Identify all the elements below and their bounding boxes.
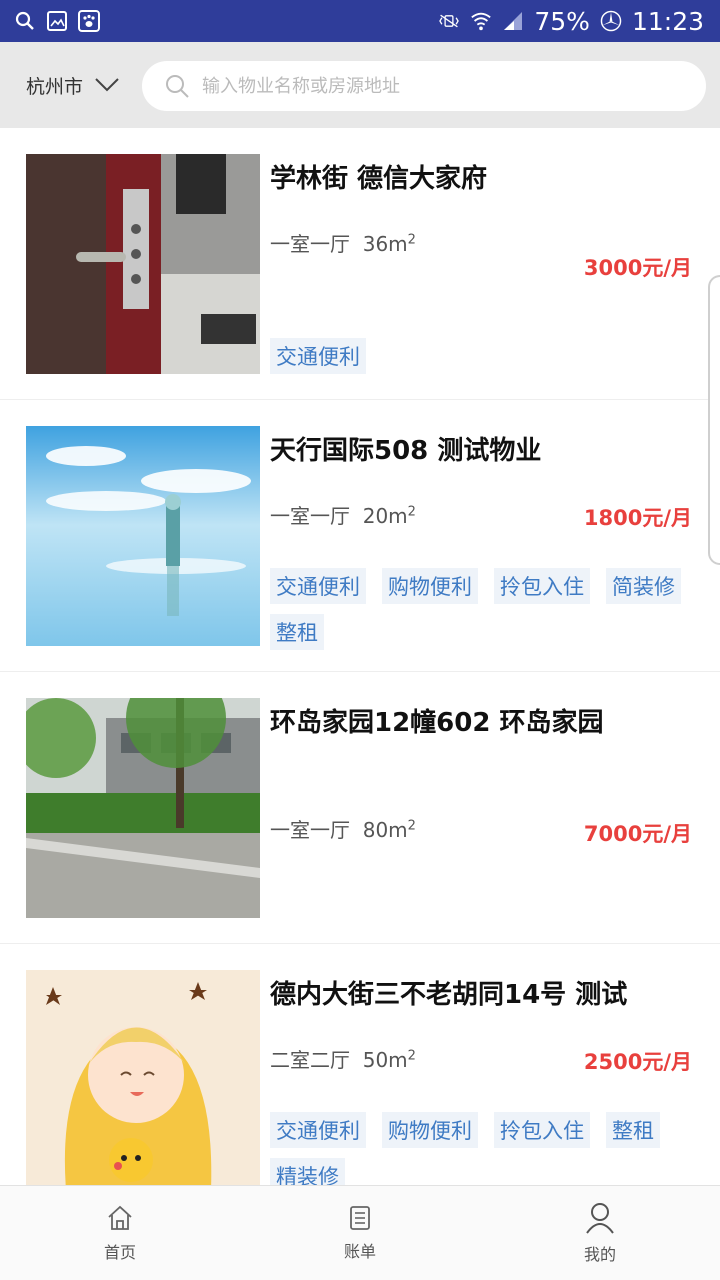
search-icon <box>14 10 36 32</box>
listing-photo-cartoon-girl <box>26 970 260 1185</box>
tag: 拎包入住 <box>494 1112 590 1148</box>
listing-title: 天行国际508 测试物业 <box>270 436 542 466</box>
listing-area: 50m <box>362 1048 408 1072</box>
listing-price: 2500元/月 <box>583 1050 692 1074</box>
nav-bill[interactable]: 账单 <box>240 1186 480 1280</box>
area-unit-superscript: 2 <box>407 818 416 834</box>
edge-panel-handle[interactable] <box>708 275 720 565</box>
tag: 购物便利 <box>382 568 478 604</box>
nav-mine-label: 我的 <box>583 1245 616 1264</box>
listing-price: 7000元/月 <box>583 822 692 846</box>
listing-layout: 二室二厅 <box>270 1048 350 1072</box>
listing-area: 80m <box>362 818 408 842</box>
nav-bill-label: 账单 <box>343 1242 376 1261</box>
battery-percent: 75% <box>534 6 590 36</box>
listing-layout: 一室一厅 <box>270 504 350 528</box>
listing-tags: 交通便利 购物便利 拎包入住 整租 精装修 <box>270 1112 690 1185</box>
city-label: 杭州市 <box>26 75 84 98</box>
listing-layout: 一室一厅 <box>270 232 350 256</box>
bottom-nav: 首页 账单 我的 <box>0 1185 720 1280</box>
bill-icon <box>350 1206 370 1230</box>
status-bar: 75% 11:23 <box>0 0 720 42</box>
listing-area: 20m <box>362 504 408 528</box>
listing-title: 学林街 德信大家府 <box>270 164 488 194</box>
listing-item[interactable]: 环岛家园12幢602 环岛家园 一室一厅 80m2 7000元/月 <box>0 672 720 944</box>
home-icon <box>108 1205 132 1230</box>
nav-home-label: 首页 <box>103 1243 136 1262</box>
clock: 11:23 <box>631 6 704 36</box>
listing-item[interactable]: 学林街 德信大家府 一室一厅 36m2 3000元/月 交通便利 <box>0 128 720 400</box>
listing-meta: 一室一厅 36m2 <box>270 228 416 257</box>
vibrate-icon <box>438 10 460 32</box>
search-input[interactable] <box>202 75 682 97</box>
gallery-icon <box>46 10 68 32</box>
paw-app-icon <box>78 10 100 32</box>
area-unit-superscript: 2 <box>407 232 416 248</box>
listing-item[interactable]: 天行国际508 测试物业 一室一厅 20m2 1800元/月 交通便利 购物便利… <box>0 400 720 672</box>
tag: 交通便利 <box>270 1112 366 1148</box>
tag: 整租 <box>270 614 324 650</box>
listing-photo-door-lock <box>26 154 260 374</box>
wifi-icon <box>470 10 492 32</box>
signal-icon <box>502 10 524 32</box>
tag: 整租 <box>606 1112 660 1148</box>
search-box[interactable] <box>142 61 706 111</box>
listing-photo-garden-building <box>26 698 260 918</box>
chevron-down-icon <box>95 78 119 92</box>
listing-tags: 交通便利 <box>270 338 690 374</box>
area-unit-superscript: 2 <box>407 504 416 520</box>
listing-meta: 一室一厅 80m2 <box>270 814 416 843</box>
tag: 精装修 <box>270 1158 345 1185</box>
tag: 购物便利 <box>382 1112 478 1148</box>
tag: 交通便利 <box>270 338 366 374</box>
area-unit-superscript: 2 <box>407 1048 416 1064</box>
listing-meta: 二室二厅 50m2 <box>270 1044 416 1073</box>
listing-layout: 一室一厅 <box>270 818 350 842</box>
nav-mine[interactable]: 我的 <box>480 1186 720 1280</box>
tag: 简装修 <box>606 568 681 604</box>
listing-title: 德内大街三不老胡同14号 测试 <box>270 980 628 1010</box>
mercedes-logo-icon <box>600 10 622 32</box>
nav-home[interactable]: 首页 <box>0 1186 240 1280</box>
city-selector[interactable]: 杭州市 <box>0 72 140 99</box>
status-left-icons <box>0 10 100 32</box>
search-header: 杭州市 <box>0 42 720 128</box>
tag: 拎包入住 <box>494 568 590 604</box>
search-icon <box>166 75 189 98</box>
listing-item[interactable]: 德内大街三不老胡同14号 测试 二室二厅 50m2 2500元/月 交通便利 购… <box>0 944 720 1185</box>
listing-list[interactable]: 学林街 德信大家府 一室一厅 36m2 3000元/月 交通便利 天行国际508… <box>0 128 720 1185</box>
listing-price: 1800元/月 <box>583 506 692 530</box>
listing-area: 36m <box>362 232 408 256</box>
status-right: 75% 11:23 <box>438 7 720 36</box>
listing-tags: 交通便利 购物便利 拎包入住 简装修 整租 <box>270 568 690 650</box>
user-icon <box>586 1203 614 1234</box>
listing-title: 环岛家园12幢602 环岛家园 <box>270 708 604 738</box>
tag: 交通便利 <box>270 568 366 604</box>
listing-meta: 一室一厅 20m2 <box>270 500 416 529</box>
listing-price: 3000元/月 <box>583 256 692 280</box>
listing-photo-sky-reflection <box>26 426 260 646</box>
